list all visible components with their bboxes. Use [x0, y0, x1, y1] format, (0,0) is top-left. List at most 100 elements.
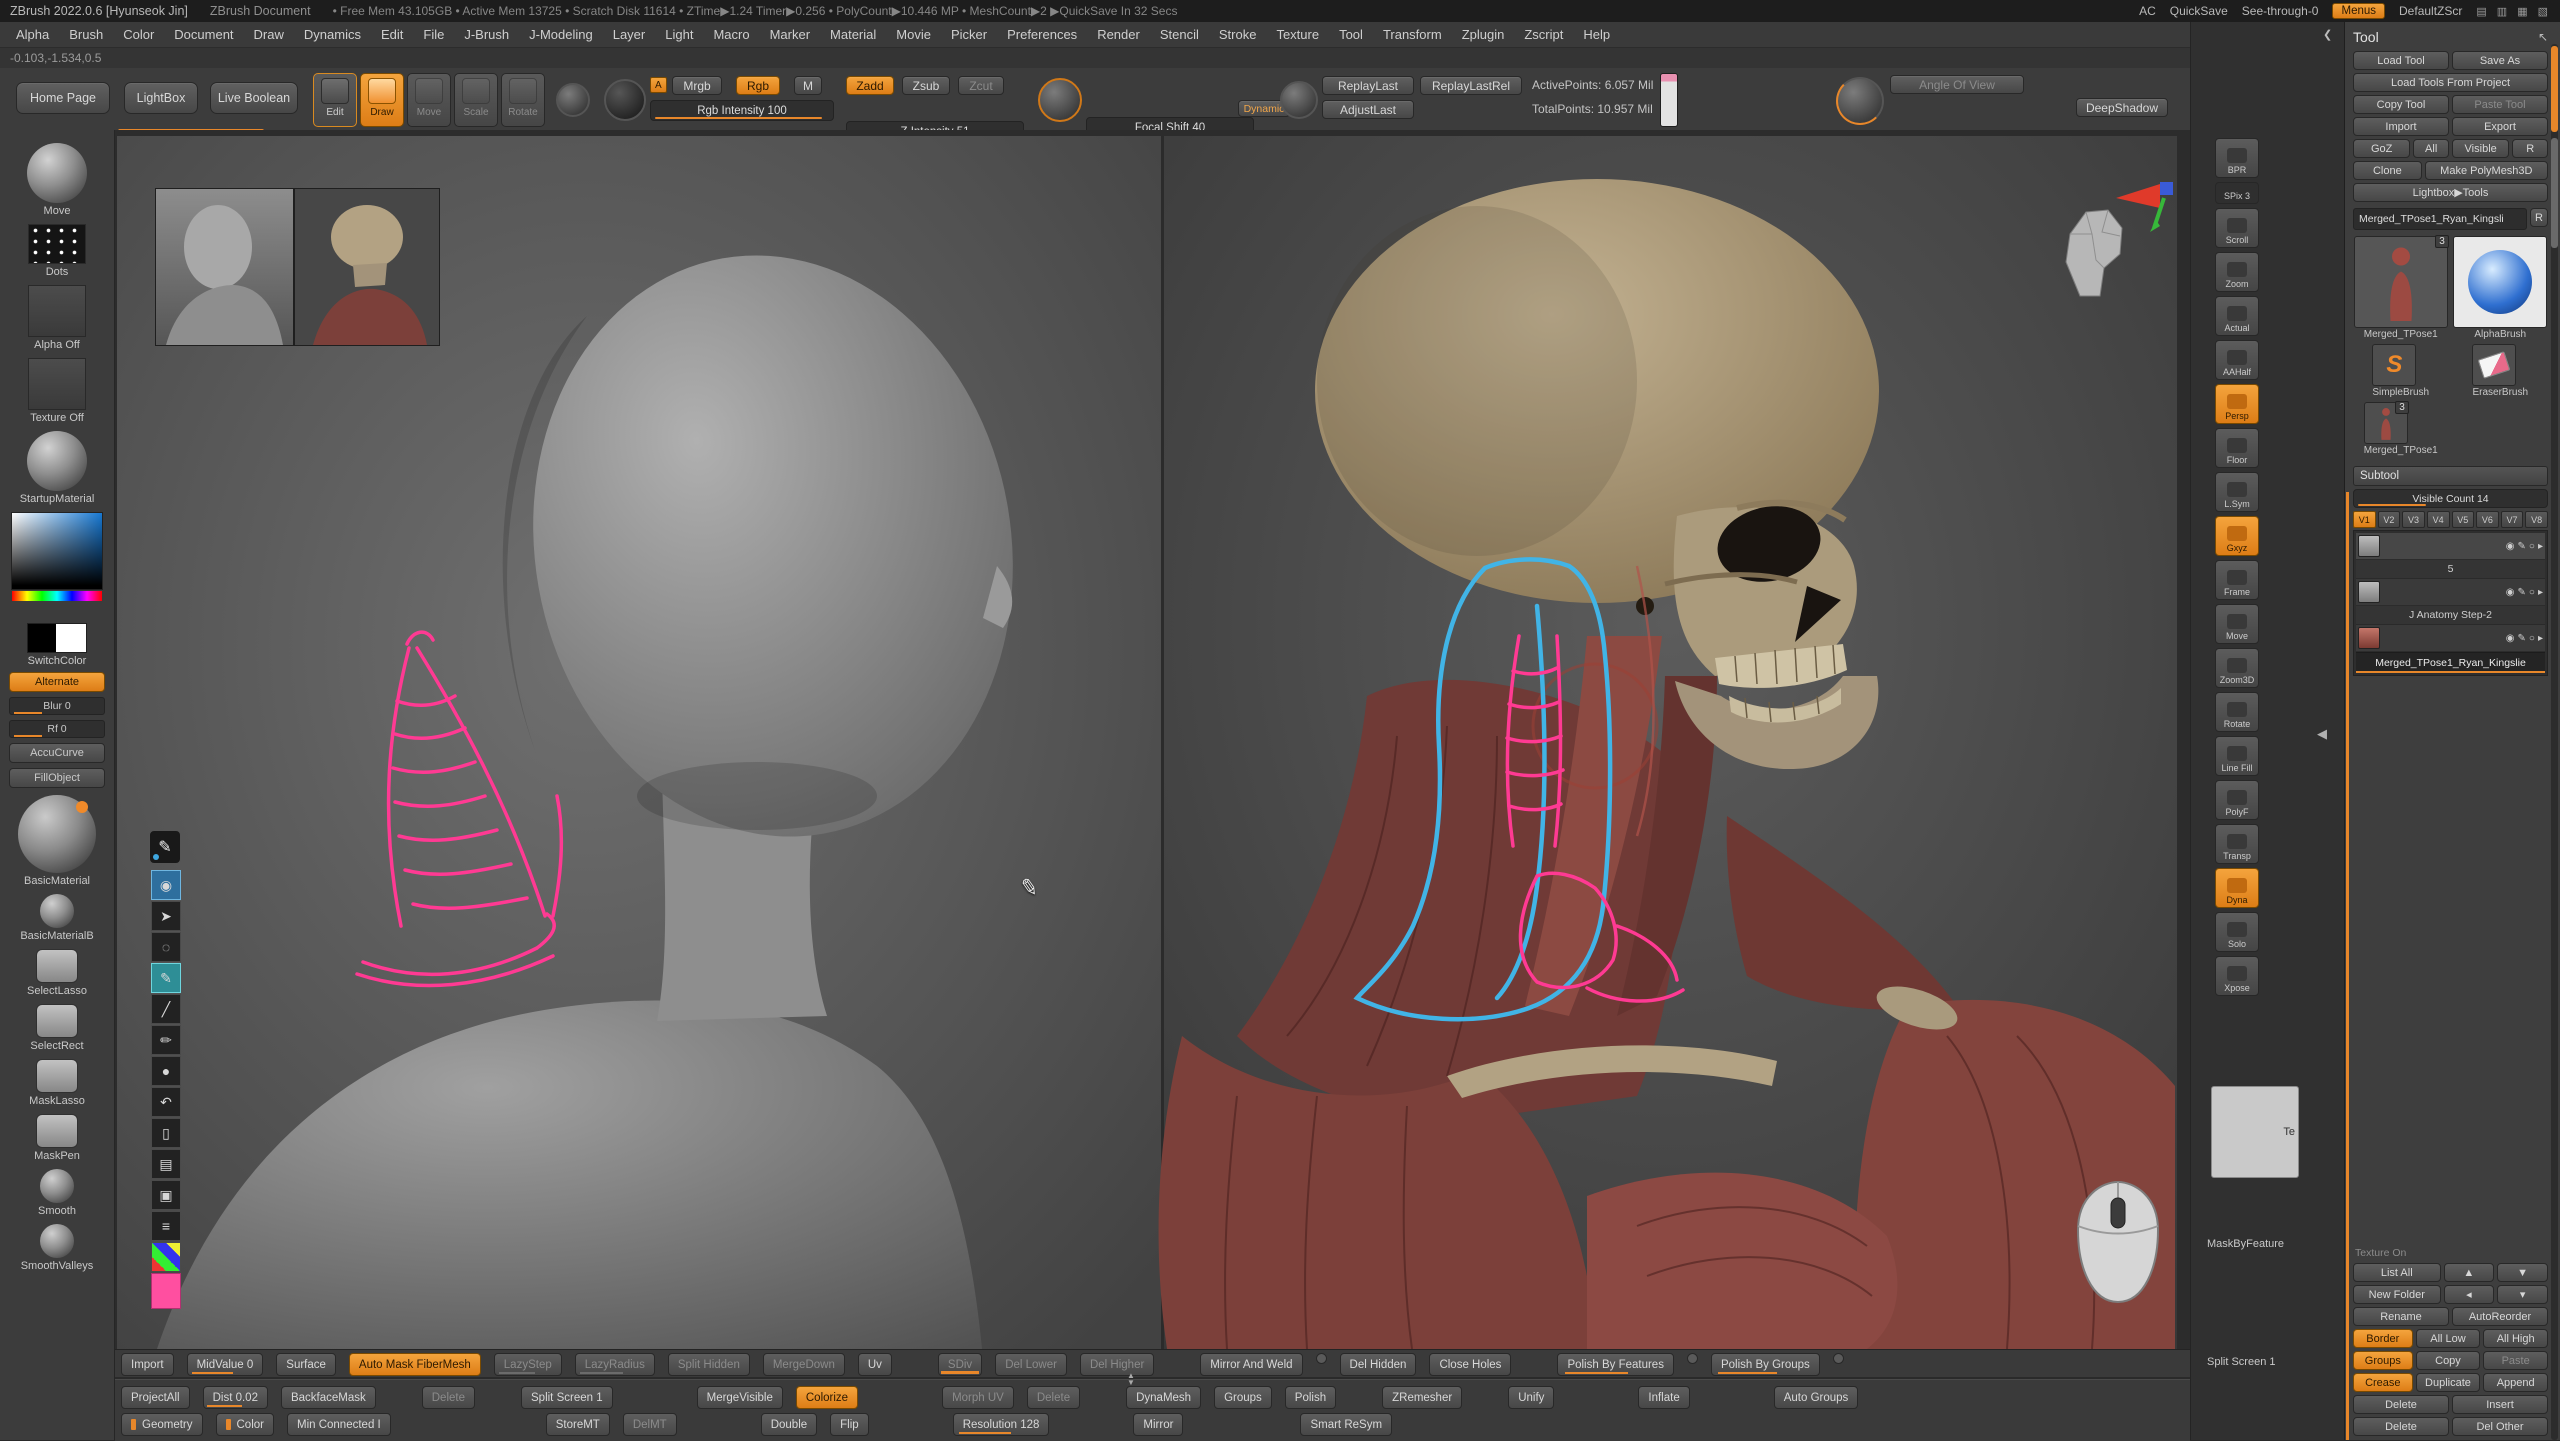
- tray-button[interactable]: Geometry: [121, 1413, 203, 1436]
- split-screen-button[interactable]: Split Screen 1: [2207, 1356, 2275, 1368]
- move-down-button[interactable]: ▼: [2497, 1263, 2548, 1282]
- right-shelf-button[interactable]: Rotate: [2215, 692, 2259, 732]
- menu-item[interactable]: Stencil: [1150, 22, 1209, 47]
- replay-last-button[interactable]: ReplayLast: [1322, 76, 1414, 95]
- right-shelf-button[interactable]: Solo: [2215, 912, 2259, 952]
- knife-icon[interactable]: ╱: [151, 994, 181, 1024]
- sidebar-thumbnail[interactable]: [28, 358, 86, 410]
- menu-item[interactable]: File: [413, 22, 454, 47]
- groups-button[interactable]: Groups: [2353, 1351, 2413, 1370]
- tool-thumbnail-merged-tpose-small[interactable]: 3: [2364, 402, 2408, 444]
- tray-button[interactable]: Groups: [1214, 1386, 1272, 1409]
- append-button[interactable]: Append: [2483, 1373, 2548, 1392]
- window-shade-icon[interactable]: ▧: [2538, 5, 2550, 18]
- lightbox-button[interactable]: LightBox: [124, 82, 198, 114]
- mouse-widget[interactable]: [2065, 1176, 2171, 1310]
- del-other-button[interactable]: Del Other: [2452, 1417, 2548, 1436]
- right-shelf-button[interactable]: SPix 3: [2215, 182, 2259, 204]
- tray-button[interactable]: Polish By Features: [1557, 1353, 1674, 1376]
- tray-button[interactable]: Del Hidden: [1340, 1353, 1417, 1376]
- z-axis-handle[interactable]: [2160, 182, 2173, 195]
- subtool-folder-label[interactable]: J Anatomy Step-2: [2356, 606, 2545, 625]
- right-shelf-button[interactable]: PolyF: [2215, 780, 2259, 820]
- tool-thumbnail-simplebrush[interactable]: S: [2372, 344, 2416, 386]
- menu-item[interactable]: Brush: [59, 22, 113, 47]
- subtool-row-icon[interactable]: ✎: [2518, 633, 2526, 644]
- sidebar-thumbnail[interactable]: [36, 1059, 78, 1093]
- subtool-row-icon[interactable]: ✎: [2518, 541, 2526, 552]
- pen-cursor-icon[interactable]: ✎: [149, 830, 181, 864]
- undo-icon[interactable]: ↶: [151, 1087, 181, 1117]
- tray-button[interactable]: MidValue 0: [187, 1353, 264, 1376]
- subtool-version-tab[interactable]: V1: [2353, 511, 2376, 528]
- sidebar-thumbnail[interactable]: [18, 795, 96, 873]
- menu-item[interactable]: Alpha: [6, 22, 59, 47]
- tray-button[interactable]: Auto Groups: [1774, 1386, 1859, 1409]
- goz-visible-button[interactable]: Visible: [2452, 139, 2509, 158]
- menu-item[interactable]: Layer: [603, 22, 656, 47]
- tray-button[interactable]: ZRemesher: [1382, 1386, 1462, 1409]
- tray-button[interactable]: ProjectAll: [121, 1386, 190, 1409]
- adjust-last-button[interactable]: AdjustLast: [1322, 100, 1414, 119]
- subtool-row-icon[interactable]: ▸: [2538, 587, 2543, 598]
- rgb-intensity-slider[interactable]: Rgb Intensity 100: [650, 100, 834, 121]
- subtool-row-icon[interactable]: ○: [2529, 633, 2535, 644]
- select-arrow-icon[interactable]: ➤: [151, 901, 181, 931]
- zcut-button[interactable]: Zcut: [958, 76, 1004, 95]
- subtool-list[interactable]: ◉✎○▸ 5 ◉✎○▸ J Anatomy Step-2 ◉✎○▸ Merged…: [2353, 530, 2548, 676]
- tray-button[interactable]: Smart ReSym: [1300, 1413, 1392, 1436]
- subtool-thumbnail[interactable]: [2358, 535, 2380, 557]
- menu-item[interactable]: Help: [1573, 22, 1620, 47]
- tray-toggle-arrow[interactable]: ◀: [2317, 726, 2327, 742]
- see-through-slider[interactable]: See-through-0: [2242, 4, 2319, 18]
- delete-button[interactable]: Delete: [2353, 1417, 2449, 1436]
- duplicate-button[interactable]: Duplicate: [2416, 1373, 2481, 1392]
- tray-button[interactable]: Morph UV: [942, 1386, 1014, 1409]
- stroke-replay-orb-icon[interactable]: [1280, 81, 1318, 119]
- menu-item[interactable]: Render: [1087, 22, 1150, 47]
- subtool-row[interactable]: ◉✎○▸: [2356, 625, 2545, 652]
- bucket-icon[interactable]: ▤: [151, 1149, 181, 1179]
- camera-preview-head[interactable]: [2058, 204, 2128, 300]
- folder-in-button[interactable]: ◂: [2444, 1285, 2495, 1304]
- color-palette-swatch[interactable]: [151, 1242, 181, 1272]
- scale-mode-button[interactable]: Scale: [454, 73, 498, 127]
- clone-button[interactable]: Clone: [2353, 161, 2422, 180]
- tray-button[interactable]: Surface: [276, 1353, 336, 1376]
- sidebar-item[interactable]: Alpha Off: [28, 285, 86, 351]
- copy-tool-button[interactable]: Copy Tool: [2353, 95, 2449, 114]
- load-tool-button[interactable]: Load Tool: [2353, 51, 2449, 70]
- sidebar-item[interactable]: AccuCurve: [9, 743, 105, 763]
- right-shelf-button[interactable]: Line Fill: [2215, 736, 2259, 776]
- current-tool-r-button[interactable]: R: [2530, 208, 2548, 227]
- menu-item[interactable]: Zplugin: [1452, 22, 1515, 47]
- notes-icon[interactable]: ≡: [151, 1211, 181, 1241]
- tray-button[interactable]: Flip: [830, 1413, 869, 1436]
- menus-button[interactable]: Menus: [2332, 3, 2385, 19]
- menu-item[interactable]: Texture: [1266, 22, 1329, 47]
- right-shelf-button[interactable]: L.Sym: [2215, 472, 2259, 512]
- tray-button[interactable]: Del Lower: [995, 1353, 1067, 1376]
- tray-button[interactable]: Delete: [422, 1386, 475, 1409]
- subtool-row-icon[interactable]: ▸: [2538, 541, 2543, 552]
- tray-button[interactable]: Polish By Groups: [1711, 1353, 1820, 1376]
- lasso-icon[interactable]: ◌: [151, 932, 181, 962]
- menu-item[interactable]: Picker: [941, 22, 997, 47]
- menu-item[interactable]: J-Brush: [454, 22, 519, 47]
- sidebar-thumbnail[interactable]: [40, 1224, 74, 1258]
- copy-button[interactable]: Copy: [2416, 1351, 2481, 1370]
- sidebar-item[interactable]: StartupMaterial: [20, 431, 95, 505]
- window-grid-icon[interactable]: ▤: [2476, 5, 2488, 18]
- tray-button[interactable]: LazyRadius: [575, 1353, 655, 1376]
- sidebar-item[interactable]: SwitchColor: [27, 623, 87, 667]
- sidebar-item[interactable]: SelectLasso: [27, 949, 87, 997]
- sidebar-item[interactable]: MaskPen: [34, 1114, 80, 1162]
- pen-icon[interactable]: ✎: [151, 963, 181, 993]
- border-button[interactable]: Border: [2353, 1329, 2413, 1348]
- copy-icon[interactable]: ▣: [151, 1180, 181, 1210]
- sidebar-thumbnail[interactable]: [36, 1004, 78, 1038]
- goz-all-button[interactable]: All: [2413, 139, 2449, 158]
- all-high-button[interactable]: All High: [2483, 1329, 2548, 1348]
- sidebar-item[interactable]: Dots: [28, 224, 86, 278]
- sidebar-item[interactable]: SelectRect: [30, 1004, 83, 1052]
